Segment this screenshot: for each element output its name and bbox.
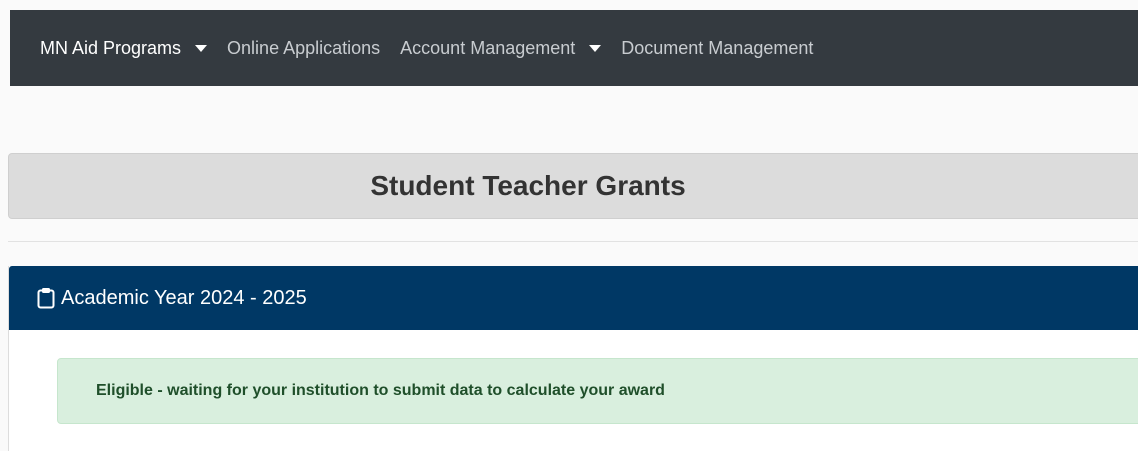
nav-item-online-applications[interactable]: Online Applications xyxy=(227,38,380,59)
nav-item-label: Account Management xyxy=(400,37,576,58)
nav-item-label: Document Management xyxy=(621,37,814,58)
caret-down-icon xyxy=(195,44,208,52)
nav-item-label: MN Aid Programs xyxy=(40,37,182,58)
academic-year-card: Academic Year 2024 - 2025 Eligible - wai… xyxy=(8,266,1138,451)
card-header: Academic Year 2024 - 2025 xyxy=(9,266,1138,330)
page: MN Aid Programs Online Applications Acco… xyxy=(0,0,1138,451)
nav-item-account-management[interactable]: Account Management xyxy=(400,37,602,59)
nav-item-document-management[interactable]: Document Management xyxy=(621,38,813,59)
status-alert: Eligible - waiting for your institution … xyxy=(57,358,1138,424)
card-header-title: Academic Year 2024 - 2025 xyxy=(61,286,307,309)
page-title-bar: Student Teacher Grants xyxy=(8,153,1138,219)
top-navbar: MN Aid Programs Online Applications Acco… xyxy=(10,10,1138,86)
clipboard-icon xyxy=(37,288,55,309)
page-title: Student Teacher Grants xyxy=(370,170,686,201)
nav-item-mn-aid-programs[interactable]: MN Aid Programs xyxy=(40,37,208,59)
caret-down-icon xyxy=(589,44,602,52)
divider xyxy=(8,241,1138,242)
nav-item-label: Online Applications xyxy=(227,37,381,58)
status-message: Eligible - waiting for your institution … xyxy=(96,382,665,399)
